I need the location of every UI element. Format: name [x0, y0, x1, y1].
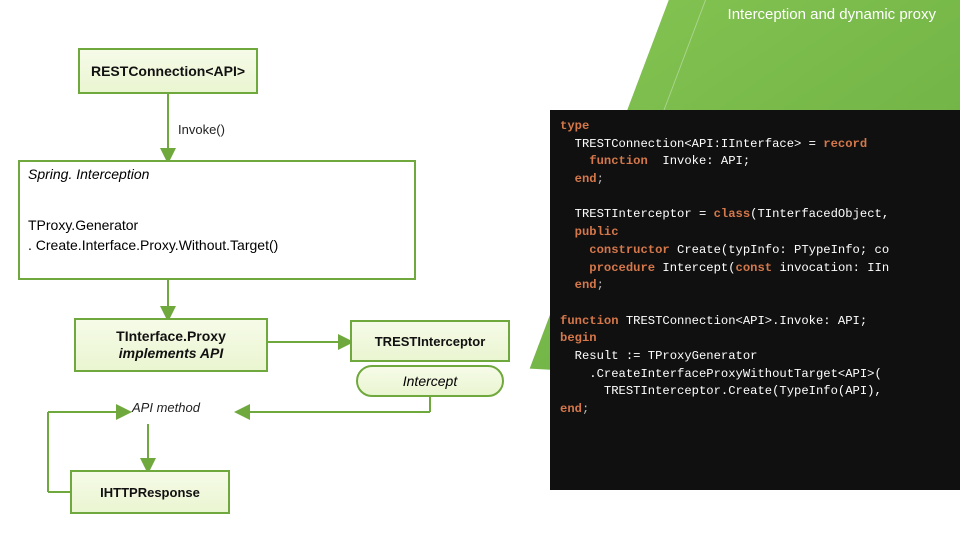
code-kw: begin [560, 331, 597, 345]
code-text: ; [597, 172, 604, 186]
slide-title: Interception and dynamic proxy [728, 6, 936, 23]
code-kw: end [575, 172, 597, 186]
code-kw: function [560, 314, 619, 328]
code-kw: end [560, 402, 582, 416]
code-kw: procedure [589, 261, 655, 275]
node-ihttp-response-label: IHTTPResponse [100, 485, 200, 500]
node-rest-connection-label: RESTConnection<API> [91, 63, 245, 79]
code-kw: const [736, 261, 773, 275]
code-text: Result := TProxyGenerator [560, 349, 757, 363]
code-text: ; [582, 402, 589, 416]
code-text [560, 261, 589, 275]
code-kw: class [714, 207, 751, 221]
code-text [560, 243, 589, 257]
code-text [560, 278, 575, 292]
code-text: Create(typInfo: PTypeInfo; co [670, 243, 889, 257]
code-kw: record [823, 137, 867, 151]
node-ihttp-response: IHTTPResponse [70, 470, 230, 514]
code-kw: type [560, 119, 589, 133]
code-text: TRESTConnection<API>.Invoke: API; [619, 314, 868, 328]
code-text: invocation: IIn [772, 261, 889, 275]
code-text [560, 154, 589, 168]
node-spring-interception: Spring. Interception TProxy.Generator . … [18, 160, 416, 280]
edge-label-invoke: Invoke() [178, 122, 225, 137]
node-intercept: Intercept [356, 365, 504, 397]
node-trest-interceptor: TRESTInterceptor [350, 320, 510, 362]
node-intercept-label: Intercept [403, 373, 457, 389]
code-text: Invoke: API; [648, 154, 750, 168]
code-text [560, 172, 575, 186]
code-panel: type TRESTConnection<API:IInterface> = r… [550, 110, 960, 490]
code-text: TRESTInterceptor = [560, 207, 714, 221]
node-interface-proxy: TInterface.Proxy implements API [74, 318, 268, 372]
code-kw: constructor [589, 243, 669, 257]
code-text: (TInterfacedObject, [750, 207, 889, 221]
node-interface-proxy-l1: TInterface.Proxy [116, 328, 226, 346]
node-interface-proxy-l2: implements API [119, 345, 224, 363]
code-kw: end [575, 278, 597, 292]
code-kw: public [575, 225, 619, 239]
node-spring-body-line2: . Create.Interface.Proxy.Without.Target(… [28, 236, 278, 254]
node-trest-interceptor-label: TRESTInterceptor [375, 334, 486, 349]
code-text [560, 225, 575, 239]
node-spring-body-line1: TProxy.Generator [28, 216, 138, 234]
code-text: TRESTInterceptor.Create(TypeInfo(API), [560, 384, 882, 398]
edge-label-api-method: API method [132, 400, 200, 415]
node-spring-title: Spring. Interception [28, 166, 149, 182]
code-text: Intercept( [655, 261, 735, 275]
code-text: .CreateInterfaceProxyWithoutTarget<API>( [560, 367, 882, 381]
code-text: TRESTConnection<API:IInterface> = [560, 137, 823, 151]
node-rest-connection: RESTConnection<API> [78, 48, 258, 94]
code-text: ; [597, 278, 604, 292]
code-kw: function [589, 154, 648, 168]
